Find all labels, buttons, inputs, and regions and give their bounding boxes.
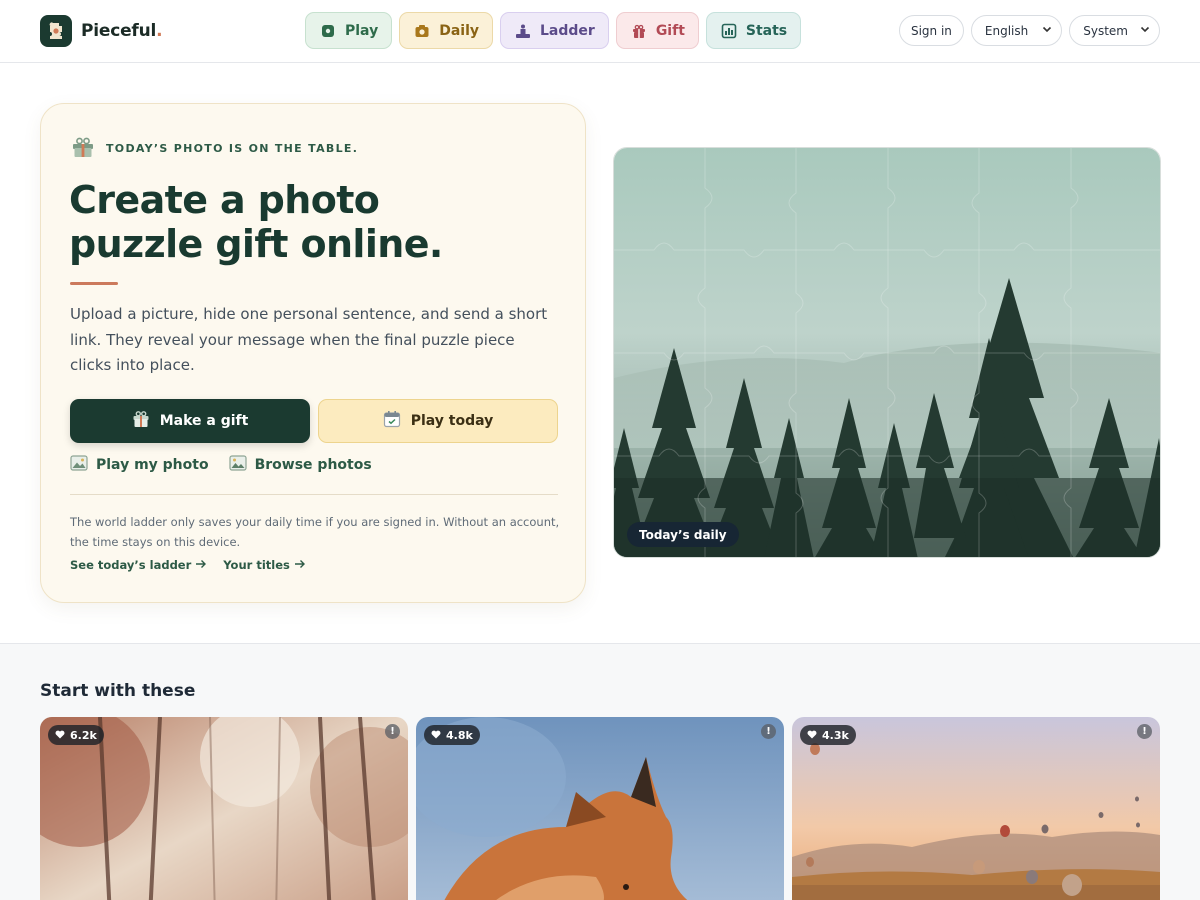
photo-card[interactable]: 6.2k ! bbox=[40, 717, 408, 900]
hero-title-line2: puzzle gift online. bbox=[69, 222, 443, 266]
nav-play-button[interactable]: Play bbox=[305, 12, 393, 49]
gift-icon bbox=[630, 22, 648, 40]
ladder-note: The world ladder only saves your daily t… bbox=[70, 515, 560, 549]
arrow-right-icon bbox=[195, 558, 207, 572]
brand-dot: . bbox=[156, 21, 163, 41]
photo-icon bbox=[70, 455, 88, 475]
language-select[interactable]: English bbox=[970, 15, 1063, 46]
camera-icon bbox=[413, 22, 431, 40]
todays-ladder-label: See today’s ladder bbox=[70, 558, 192, 572]
info-icon[interactable]: ! bbox=[1137, 724, 1152, 739]
stats-icon bbox=[720, 22, 738, 40]
hero-card: TODAY’S PHOTO IS ON THE TABLE. Create a … bbox=[40, 103, 586, 603]
hero-sub-links: Play my photo Browse photos bbox=[70, 455, 372, 475]
like-count: 4.3k bbox=[822, 728, 849, 742]
hero-divider bbox=[70, 494, 558, 495]
nav-ladder-button[interactable]: Ladder bbox=[500, 12, 609, 49]
sign-in-label: Sign in bbox=[910, 23, 952, 38]
image-gallery-icon bbox=[228, 455, 247, 475]
heart-icon bbox=[55, 729, 65, 742]
puzzle-logo-icon bbox=[40, 15, 72, 47]
hero-title-line1: Create a photo bbox=[69, 178, 380, 222]
nav-gift-button[interactable]: Gift bbox=[615, 12, 699, 49]
hero-title: Create a photo puzzle gift online. bbox=[69, 178, 549, 266]
info-icon[interactable]: ! bbox=[385, 724, 400, 739]
make-gift-button[interactable]: Make a gift bbox=[70, 399, 310, 443]
heart-icon bbox=[807, 729, 817, 742]
language-value: English bbox=[984, 23, 1029, 38]
header-tools: Sign in English System bbox=[898, 15, 1160, 46]
calendar-icon bbox=[383, 410, 401, 432]
photo-card[interactable]: 4.8k ! bbox=[416, 717, 784, 900]
info-icon[interactable]: ! bbox=[761, 724, 776, 739]
theme-value: System bbox=[1083, 23, 1128, 38]
nav-daily-button[interactable]: Daily bbox=[399, 12, 493, 49]
chevron-down-icon bbox=[1042, 24, 1052, 37]
section-title: Start with these bbox=[40, 681, 196, 701]
nav-play-label: Play bbox=[345, 22, 379, 39]
gift-icon bbox=[132, 410, 150, 432]
like-count-badge: 4.8k bbox=[424, 725, 480, 745]
gift-icon bbox=[71, 136, 95, 161]
brand-name: Pieceful bbox=[81, 21, 157, 41]
like-count: 6.2k bbox=[70, 728, 97, 742]
nav-stats-label: Stats bbox=[745, 22, 788, 39]
nav-ladder-label: Ladder bbox=[540, 22, 595, 39]
forest-photo bbox=[614, 148, 1160, 557]
podium-icon bbox=[514, 22, 532, 40]
play-my-photo-link[interactable]: Play my photo bbox=[70, 455, 209, 475]
play-today-label: Play today bbox=[410, 413, 494, 429]
browse-photos-label: Browse photos bbox=[254, 457, 372, 473]
make-gift-label: Make a gift bbox=[159, 413, 249, 429]
browse-photos-link[interactable]: Browse photos bbox=[228, 455, 372, 475]
play-my-photo-label: Play my photo bbox=[96, 457, 209, 473]
heart-icon bbox=[431, 729, 441, 742]
nav-gift-label: Gift bbox=[655, 22, 685, 39]
like-count-badge: 6.2k bbox=[48, 725, 104, 745]
arrow-right-icon bbox=[294, 558, 306, 572]
accent-rule bbox=[70, 282, 118, 285]
like-count: 4.8k bbox=[446, 728, 473, 742]
daily-puzzle-image[interactable]: Today’s daily bbox=[613, 147, 1161, 558]
your-titles-label: Your titles bbox=[223, 558, 290, 572]
hero-description: Upload a picture, hide one personal sent… bbox=[70, 305, 548, 374]
your-titles-link[interactable]: Your titles bbox=[223, 558, 306, 572]
sign-in-button[interactable]: Sign in bbox=[898, 15, 964, 46]
start-section: Start with these 6.2k ! 4.8k ! 4.3k ! bbox=[0, 643, 1200, 900]
chevron-down-icon bbox=[1140, 24, 1150, 37]
puzzle-icon bbox=[319, 22, 337, 40]
photo-card[interactable]: 4.3k ! bbox=[792, 717, 1160, 900]
site-header: Pieceful. Play Daily Ladder Gift Stats S… bbox=[0, 0, 1200, 63]
main-nav: Play Daily Ladder Gift Stats bbox=[305, 12, 802, 49]
nav-daily-label: Daily bbox=[439, 22, 479, 39]
hero-foot-links: See today’s ladder Your titles bbox=[70, 558, 306, 572]
todays-daily-badge: Today’s daily bbox=[627, 522, 739, 547]
todays-ladder-link[interactable]: See today’s ladder bbox=[70, 558, 207, 572]
like-count-badge: 4.3k bbox=[800, 725, 856, 745]
nav-stats-button[interactable]: Stats bbox=[705, 12, 802, 49]
play-today-button[interactable]: Play today bbox=[318, 399, 558, 443]
brand-logo[interactable]: Pieceful. bbox=[40, 15, 163, 47]
hero-eyebrow: TODAY’S PHOTO IS ON THE TABLE. bbox=[71, 136, 358, 161]
eyebrow-text: TODAY’S PHOTO IS ON THE TABLE. bbox=[106, 142, 359, 155]
theme-select[interactable]: System bbox=[1069, 15, 1160, 46]
